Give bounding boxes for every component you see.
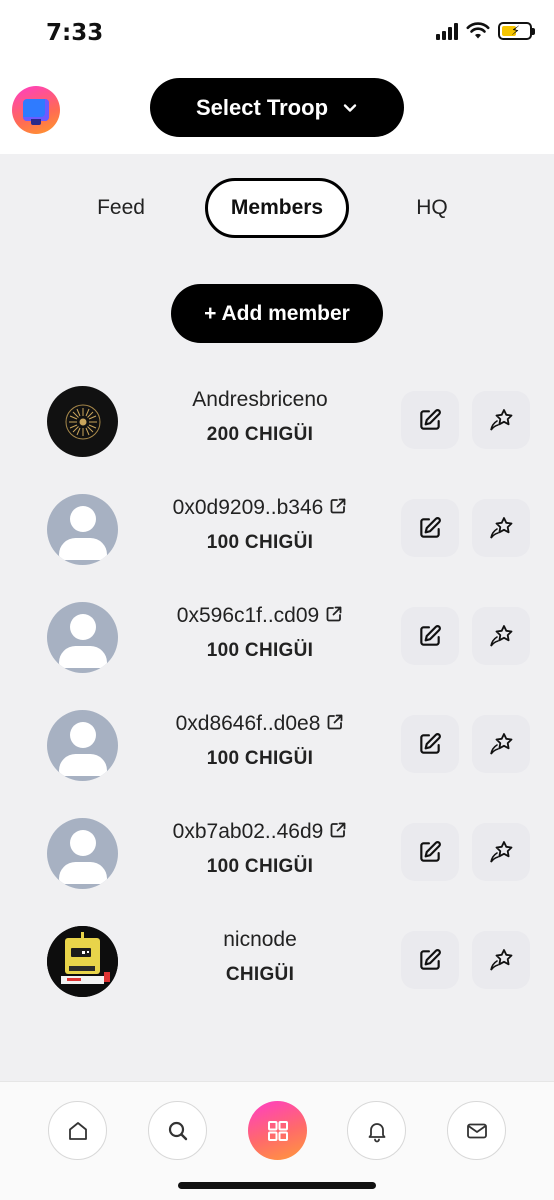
shooting-star-icon — [490, 517, 513, 539]
home-indicator[interactable] — [178, 1182, 376, 1189]
shooting-star-icon — [490, 949, 513, 971]
nav-notifications-button[interactable] — [347, 1101, 406, 1160]
external-link-icon[interactable] — [326, 713, 344, 731]
award-member-button[interactable] — [472, 823, 530, 881]
tab-hq[interactable]: HQ — [395, 178, 469, 238]
member-balance: 100 CHIGÜI — [206, 640, 314, 661]
home-icon — [68, 1121, 87, 1140]
external-link-icon[interactable] — [329, 821, 347, 839]
award-member-button[interactable] — [472, 931, 530, 989]
battery-icon: ⚡ — [498, 22, 535, 40]
status-icons: ⚡ — [436, 22, 535, 40]
nav-search-button[interactable] — [148, 1101, 207, 1160]
member-name[interactable]: 0x596c1f..cd09 — [120, 604, 400, 628]
member-balance: CHIGÜI — [225, 964, 295, 985]
member-name[interactable]: 0xb7ab02..46d9 — [120, 820, 400, 844]
default-avatar-icon — [47, 602, 118, 673]
edit-icon — [420, 517, 441, 538]
sun-avatar-icon — [65, 404, 100, 439]
status-bar: 7:33 ⚡ — [0, 0, 554, 70]
external-link-icon[interactable] — [325, 605, 343, 623]
chevron-down-icon — [343, 103, 357, 112]
member-name[interactable]: 0xd8646f..d0e8 — [120, 712, 400, 736]
bottom-nav — [0, 1081, 554, 1200]
edit-icon — [420, 409, 441, 430]
edit-icon — [420, 841, 441, 862]
award-member-button[interactable] — [472, 499, 530, 557]
edit-member-button[interactable] — [401, 607, 459, 665]
member-balance: 100 CHIGÜI — [206, 856, 314, 877]
award-member-button[interactable] — [472, 391, 530, 449]
external-link-icon[interactable] — [329, 497, 347, 515]
member-balance: 100 CHIGÜI — [206, 532, 314, 553]
shooting-star-icon — [490, 841, 513, 863]
nav-apps-button[interactable] — [248, 1101, 307, 1160]
signal-icon — [436, 22, 458, 40]
bell-icon — [368, 1122, 385, 1142]
member-row: 0xb7ab02..46d9 100 CHIGÜI — [0, 808, 554, 898]
member-row: 0x0d9209..b346 100 CHIGÜI — [0, 484, 554, 574]
select-troop-button[interactable]: Select Troop — [150, 78, 404, 137]
edit-member-button[interactable] — [401, 499, 459, 557]
member-row: 0xd8646f..d0e8 100 CHIGÜI — [0, 700, 554, 790]
edit-member-button[interactable] — [401, 931, 459, 989]
award-member-button[interactable] — [472, 607, 530, 665]
mail-icon — [466, 1123, 487, 1138]
status-time: 7:33 — [46, 20, 104, 46]
tab-feed[interactable]: Feed — [80, 178, 162, 238]
member-row: 0x596c1f..cd09 100 CHIGÜI — [0, 592, 554, 682]
member-name: Andresbriceno — [192, 388, 328, 411]
default-avatar-icon — [47, 494, 118, 565]
default-avatar-icon — [47, 818, 118, 889]
tab-members[interactable]: Members — [205, 178, 349, 238]
apps-icon — [267, 1120, 288, 1141]
app-logo[interactable] — [12, 86, 60, 134]
shooting-star-icon — [490, 625, 513, 647]
edit-icon — [420, 625, 441, 646]
edit-member-button[interactable] — [401, 823, 459, 881]
shooting-star-icon — [490, 733, 513, 755]
shooting-star-icon — [490, 409, 513, 431]
member-row: Andresbriceno 200 CHIGÜI — [0, 376, 554, 466]
member-name[interactable]: 0x0d9209..b346 — [120, 496, 400, 520]
edit-icon — [420, 949, 441, 970]
default-avatar-icon — [47, 710, 118, 781]
edit-member-button[interactable] — [401, 715, 459, 773]
search-icon — [168, 1121, 187, 1140]
nav-home-button[interactable] — [48, 1101, 107, 1160]
top-bar: Select Troop — [0, 70, 554, 154]
award-member-button[interactable] — [472, 715, 530, 773]
edit-icon — [420, 733, 441, 754]
wifi-icon — [466, 22, 490, 39]
tab-bar: Feed Members HQ — [0, 178, 554, 238]
select-troop-label: Select Troop — [195, 94, 329, 120]
add-member-button[interactable]: + Add member — [171, 284, 383, 343]
member-name: nicnode — [223, 928, 297, 951]
member-balance: 200 CHIGÜI — [206, 424, 314, 445]
member-balance: 100 CHIGÜI — [206, 748, 314, 769]
member-avatar — [47, 386, 118, 457]
robot-avatar-icon — [47, 926, 118, 997]
edit-member-button[interactable] — [401, 391, 459, 449]
member-row: nicnode CHIGÜI — [0, 916, 554, 1006]
members-panel: Feed Members HQ + Add member Andresbrice… — [0, 154, 554, 1081]
nav-messages-button[interactable] — [447, 1101, 506, 1160]
